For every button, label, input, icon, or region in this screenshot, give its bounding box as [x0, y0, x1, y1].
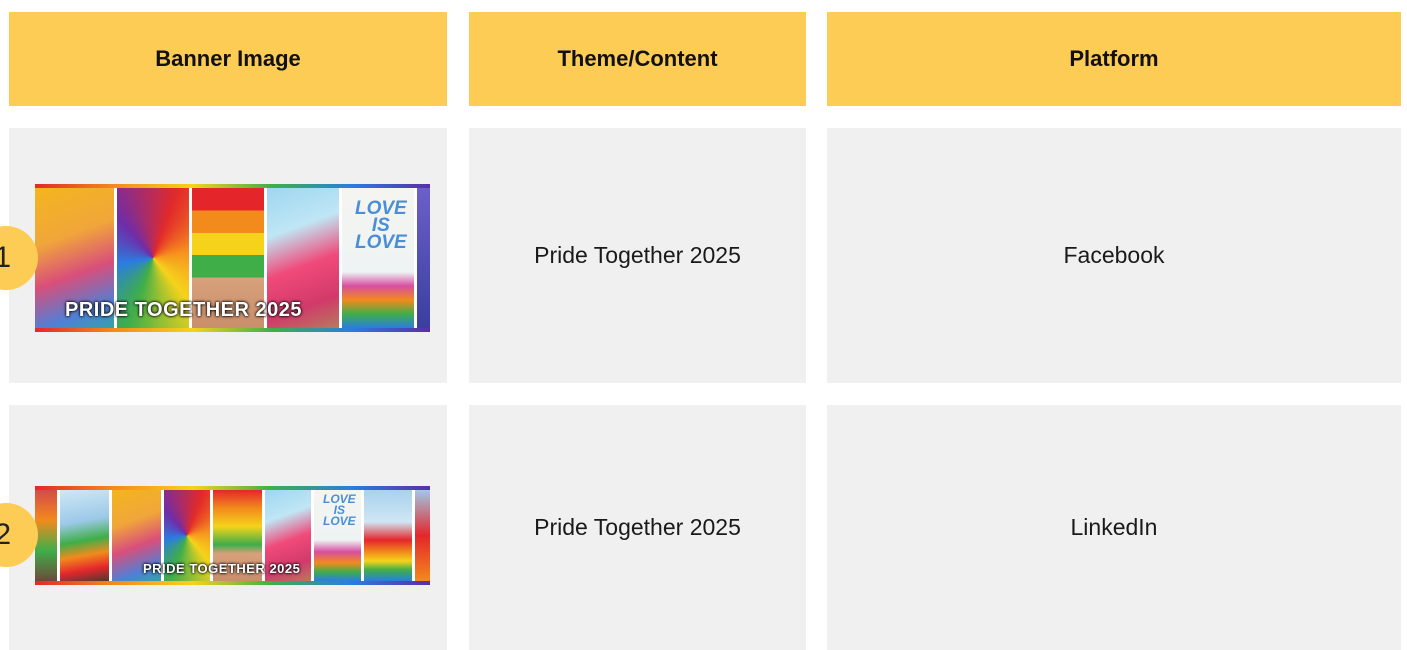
header-banner-image-label: Banner Image — [155, 46, 301, 71]
row-1-banner-text: PRIDE TOGETHER 2025 — [65, 299, 302, 321]
row-1-number: 1 — [0, 241, 11, 274]
row-1-sign-text: LOVE IS LOVE — [354, 198, 407, 254]
table-row-1-theme-cell: Pride Together 2025 — [469, 128, 806, 383]
row-2-banner-image[interactable]: LOVE IS LOVE PRIDE TOGETHER 2025 — [35, 486, 430, 585]
row-1-banner-image[interactable]: LOVE IS LOVE PRIDE TOGETHER 2025 — [35, 184, 430, 332]
row-1-platform: Facebook — [1063, 242, 1165, 268]
row-2-theme: Pride Together 2025 — [534, 514, 741, 540]
table-row-2-theme-cell: Pride Together 2025 — [469, 405, 806, 650]
row-2-number: 2 — [0, 518, 11, 551]
table-row-1-platform-cell: Facebook — [827, 128, 1401, 383]
header-banner-image: Banner Image — [9, 12, 447, 106]
row-2-platform: LinkedIn — [1070, 514, 1158, 540]
row-1-theme: Pride Together 2025 — [534, 242, 741, 268]
header-platform-label: Platform — [1069, 46, 1159, 71]
table-row-2-platform-cell: LinkedIn — [827, 405, 1401, 650]
row-2-banner-text: PRIDE TOGETHER 2025 — [143, 561, 301, 576]
header-theme-content: Theme/Content — [469, 12, 806, 106]
header-theme-content-label: Theme/Content — [557, 46, 718, 71]
header-platform: Platform — [827, 12, 1401, 106]
row-2-sign-text: LOVE IS LOVE — [323, 492, 356, 528]
